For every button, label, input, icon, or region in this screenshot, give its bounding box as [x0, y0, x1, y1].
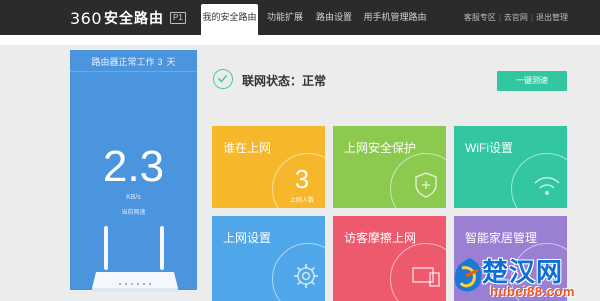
tile-title: 访客摩擦上网 — [344, 231, 417, 245]
link-official-site[interactable]: 去官网 — [504, 13, 528, 22]
tile-guest-access[interactable]: 访客摩擦上网 — [333, 216, 446, 301]
tab-label: 功能扩展 — [266, 12, 303, 22]
tile-title: 谁在上网 — [223, 141, 272, 155]
tab-my-router[interactable]: 我的安全路由 — [201, 4, 258, 35]
watermark-url: hubei88.com — [490, 284, 575, 299]
watermark-logo-icon — [454, 258, 482, 292]
speed-test-button[interactable]: 一键测速 — [497, 71, 567, 91]
tab-extensions[interactable]: 功能扩展 — [262, 0, 308, 35]
shield-plus-icon — [415, 172, 437, 198]
tile-title: 上网安全保护 — [344, 141, 417, 155]
router-status-panel: 路由器正常工作 3 天 2.3 KB/s 当前网速 — [70, 50, 197, 292]
site-watermark: 楚汉网 hubei88.com — [450, 252, 600, 301]
tile-security-protection[interactable]: 上网安全保护 — [333, 126, 446, 208]
tab-label: 路由设置 — [315, 12, 352, 22]
uptime-title: 路由器正常工作 3 天 — [70, 55, 197, 68]
header-underbar — [0, 35, 600, 45]
uptime-unit: 天 — [166, 57, 176, 67]
tab-label: 我的安全路由 — [202, 12, 257, 22]
uptime-days: 3 — [157, 57, 163, 67]
tile-title: 上网设置 — [223, 231, 272, 245]
gear-icon — [294, 264, 318, 288]
app-logo[interactable]: 360 安全路由 P1 — [70, 8, 186, 28]
tab-router-settings[interactable]: 路由设置 — [312, 0, 356, 35]
tab-label: 用手机管理路由 — [363, 12, 427, 22]
link-customer-service[interactable]: 客服专区 — [464, 13, 496, 22]
online-user-count: 3 — [294, 164, 310, 194]
tile-wifi-settings[interactable]: WiFi设置 — [454, 126, 567, 208]
wifi-icon — [534, 176, 560, 195]
speed-unit: KB/s — [126, 194, 141, 201]
router-illustration — [92, 226, 178, 292]
tab-mobile-management[interactable]: 用手机管理路由 — [360, 0, 430, 35]
logo-model-badge: P1 — [170, 12, 186, 24]
top-links: 客服专区 | 去官网 | 退出管理 — [464, 0, 568, 35]
logo-number: 360 — [70, 8, 103, 28]
current-speed-value: 2.3 — [102, 142, 165, 191]
tile-who-online[interactable]: 谁在上网 3 上网人数 — [212, 126, 325, 208]
speed-label: 当前网速 — [121, 210, 146, 216]
guest-device-icon — [412, 267, 440, 287]
logo-text: 安全路由 — [104, 10, 165, 26]
online-user-count-label: 上网人数 — [289, 198, 314, 204]
link-separator: | — [530, 13, 533, 22]
uptime-prefix: 路由器正常工作 — [91, 57, 155, 67]
tile-title: 智能家居管理 — [465, 231, 538, 245]
network-status-text: 联网状态：正常 — [242, 74, 327, 88]
network-ok-icon — [213, 69, 233, 89]
link-separator: | — [498, 13, 501, 22]
tile-title: WiFi设置 — [465, 141, 513, 155]
link-logout[interactable]: 退出管理 — [536, 13, 568, 22]
top-navigation-bar: 360 安全路由 P1 我的安全路由 功能扩展 路由设置 用手机管理路由 客服专… — [0, 0, 600, 35]
panel-divider — [70, 71, 197, 72]
tile-internet-settings[interactable]: 上网设置 — [212, 216, 325, 301]
